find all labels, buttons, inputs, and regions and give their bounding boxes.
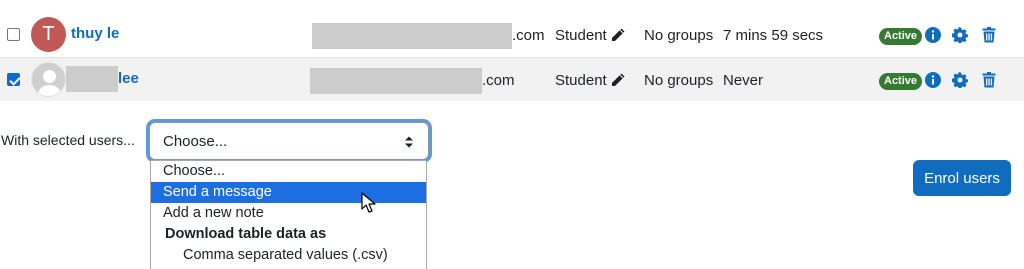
role-label: Student [555, 27, 607, 44]
last-access: 7 mins 59 secs [723, 27, 824, 44]
user-name-link[interactable]: thuy le [71, 25, 119, 42]
option-send-message[interactable]: Send a message [151, 182, 426, 203]
redacted-email [310, 68, 482, 94]
optgroup-download: Download table data as [165, 226, 327, 242]
option-choose[interactable]: Choose... [151, 161, 426, 182]
bulk-action-selected-value: Choose... [163, 133, 228, 150]
email-suffix: .com [482, 72, 515, 89]
pencil-icon[interactable] [610, 72, 626, 88]
redacted-email [312, 23, 512, 49]
trash-icon[interactable] [981, 27, 997, 43]
groups-label: No groups [644, 27, 714, 44]
avatar[interactable] [31, 62, 66, 97]
row-select-checkbox[interactable] [7, 28, 20, 41]
table-row: lee .com Student No groups Never Active [0, 57, 1024, 101]
select-arrows-icon [405, 136, 413, 148]
info-icon[interactable] [925, 27, 941, 43]
row-select-checkbox[interactable] [7, 73, 20, 86]
gear-icon[interactable] [952, 27, 968, 43]
bulk-action-dropdown-list: Choose... Send a message Add a new note … [150, 160, 427, 269]
mouse-cursor-icon [361, 192, 376, 213]
bulk-action-select[interactable]: Choose... [149, 122, 429, 160]
avatar[interactable]: T [31, 17, 66, 52]
gear-icon[interactable] [952, 72, 968, 88]
bulk-action-label: With selected users... [1, 132, 135, 148]
role-label: Student [555, 72, 607, 89]
option-add-note[interactable]: Add a new note [151, 203, 426, 224]
default-user-body [37, 85, 62, 96]
info-icon[interactable] [925, 72, 941, 88]
table-row: T thuy le .com Student No groups 7 mins … [0, 13, 1024, 57]
status-badge: Active [879, 28, 923, 45]
email-suffix: .com [512, 27, 545, 44]
enrol-users-button[interactable]: Enrol users [913, 160, 1011, 196]
groups-label: No groups [644, 72, 714, 89]
status-badge: Active [879, 73, 923, 90]
avatar-initial: T [42, 23, 55, 45]
last-access: Never [723, 72, 764, 89]
redacted-first-name [66, 66, 118, 92]
pencil-icon[interactable] [610, 27, 626, 43]
trash-icon[interactable] [981, 72, 997, 88]
user-name-link[interactable]: lee [118, 70, 139, 87]
default-user-head [43, 70, 56, 83]
option-download-csv[interactable]: Comma separated values (.csv) [151, 245, 426, 266]
